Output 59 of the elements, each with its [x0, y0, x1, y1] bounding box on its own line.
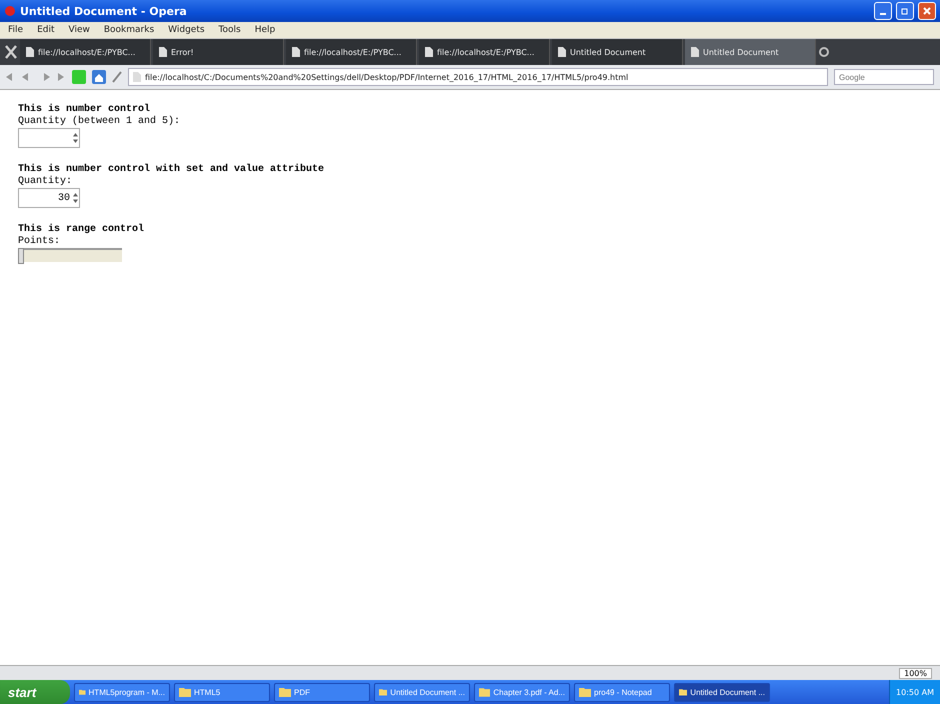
document-icon [26, 47, 34, 57]
document-icon [159, 47, 167, 57]
home-icon[interactable] [92, 70, 106, 84]
document-icon [558, 47, 566, 57]
search-field[interactable]: Google [834, 69, 934, 85]
taskbar-item[interactable]: HTML5 [174, 682, 270, 702]
close-button[interactable] [918, 2, 936, 20]
browser-tab[interactable]: Untitled Document [552, 39, 683, 65]
browser-tab[interactable]: Error! [153, 39, 284, 65]
navigation-arrows-icon[interactable] [6, 72, 66, 82]
taskbar-item[interactable]: pro49 - Notepad [574, 682, 670, 702]
document-icon [133, 72, 141, 82]
zoom-control[interactable]: 100% [899, 668, 932, 678]
folder-icon [379, 687, 388, 697]
window-title: Untitled Document - Opera [20, 4, 188, 18]
browser-tab[interactable]: Untitled Document [685, 39, 816, 65]
menu-item[interactable]: View [68, 25, 90, 35]
menu-item[interactable]: Tools [218, 25, 241, 35]
menu-item[interactable]: Help [254, 25, 276, 35]
menu-item[interactable]: Edit [37, 25, 54, 35]
number-field[interactable]: 30 [18, 188, 80, 208]
folder-icon [79, 687, 86, 697]
field-label: Quantity: [18, 176, 72, 187]
field-label: Points: [18, 236, 60, 247]
spinner-arrows-icon[interactable] [72, 131, 79, 145]
taskbar-item[interactable]: Untitled Document ... [674, 682, 770, 702]
taskbar-item[interactable]: Chapter 3.pdf - Ad... [474, 682, 570, 702]
folder-icon [279, 687, 291, 697]
section-heading: This is number control with set and value attribute [18, 164, 324, 175]
document-icon [691, 47, 699, 57]
address-field[interactable]: file://localhost/C:/Documents%20and%20Settings/dell/Desktop/PDF/Internet_2016_17/HTML_2016_17/HTML5/pro49.html [128, 68, 828, 86]
document-icon [292, 47, 300, 57]
field-label: Quantity (between 1 and 5): [18, 116, 180, 127]
start-button[interactable]: start [0, 680, 70, 704]
restore-button[interactable] [896, 2, 914, 20]
document-icon [425, 47, 433, 57]
taskbar-item[interactable]: Untitled Document ... [374, 682, 470, 702]
restore-icon [901, 7, 909, 15]
minimize-button[interactable] [874, 2, 892, 20]
clock: 10:50 AM [896, 688, 934, 696]
menu-item[interactable]: Bookmarks [104, 25, 154, 35]
folder-icon [579, 687, 591, 697]
folder-icon [479, 687, 490, 697]
browser-tab[interactable]: file://localhost/E:/PYBC... [20, 39, 151, 65]
pen-icon[interactable] [112, 71, 122, 83]
folder-icon [179, 687, 191, 697]
close-icon [923, 7, 931, 15]
spinner-arrows-icon[interactable] [72, 191, 79, 205]
menu-item[interactable]: File [8, 25, 24, 35]
menu-item[interactable]: Widgets [168, 25, 205, 35]
browser-tab[interactable]: file://localhost/E:/PYBC... [419, 39, 550, 65]
number-field[interactable] [18, 128, 80, 148]
folder-icon [679, 687, 688, 697]
taskbar-item[interactable]: PDF [274, 682, 370, 702]
range-slider[interactable] [18, 248, 122, 262]
browser-tab[interactable]: file://localhost/E:/PYBC... [286, 39, 417, 65]
section-heading: This is range control [18, 224, 144, 235]
taskbar-item[interactable]: HTML5program - M... [74, 682, 170, 702]
section-heading: This is number control [18, 104, 150, 115]
